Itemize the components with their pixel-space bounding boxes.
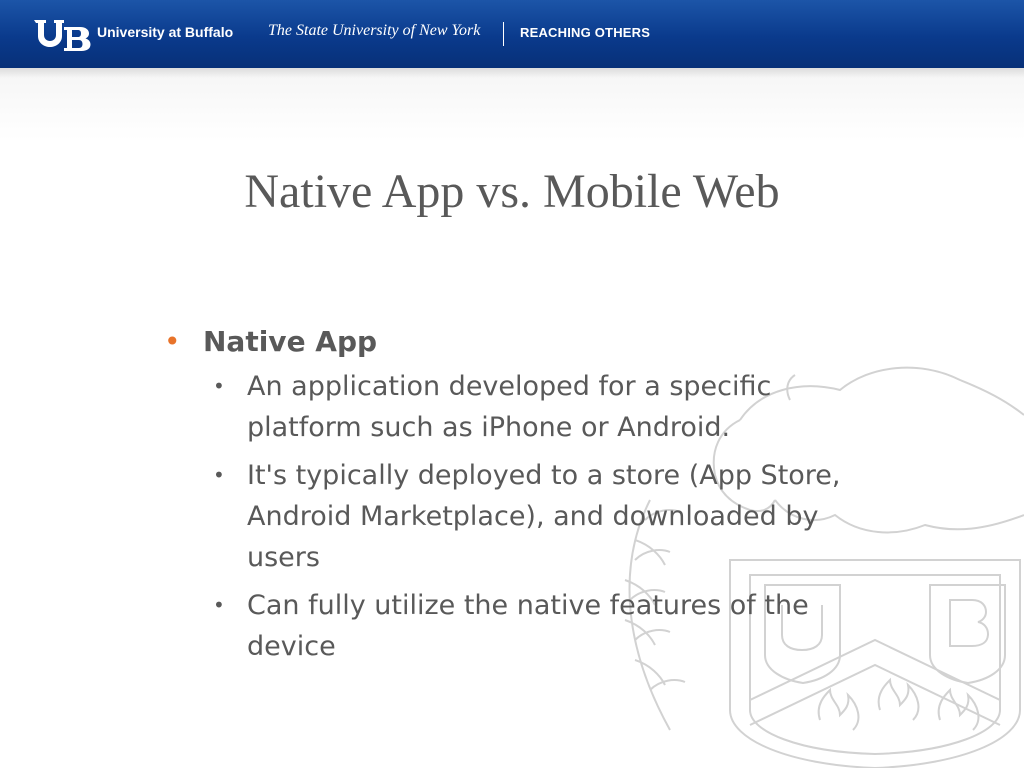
bullet-list: • Native App • An application developed … — [160, 318, 880, 674]
sub-bullet-text: Can fully utilize the native features of… — [247, 590, 809, 662]
bullet-label: Native App — [203, 325, 378, 358]
sub-bullet-text: It's typically deployed to a store (App … — [247, 460, 841, 573]
slide-title: Native App vs. Mobile Web — [244, 165, 780, 218]
header-shadow — [0, 68, 1024, 78]
bullet-native-app: • Native App — [160, 318, 880, 366]
sub-bullet-dot-icon: • — [213, 374, 225, 398]
slide: University at Buffalo The State Universi… — [0, 0, 1024, 768]
sub-bullet-item: • It's typically deployed to a store (Ap… — [160, 455, 847, 578]
sub-bullet-item: • Can fully utilize the native features … — [160, 585, 847, 667]
university-name: University at Buffalo — [97, 24, 234, 40]
header-divider — [503, 22, 504, 46]
bullet-dot-icon: • — [164, 325, 181, 358]
sub-bullet-list: • An application developed for a specifi… — [160, 366, 880, 667]
header-bar: University at Buffalo The State Universi… — [0, 0, 1024, 68]
sub-bullet-item: • An application developed for a specifi… — [160, 366, 847, 448]
tagline: REACHING OTHERS — [520, 25, 651, 40]
sub-bullet-dot-icon: • — [213, 463, 225, 487]
sub-bullet-dot-icon: • — [213, 593, 225, 617]
ub-logo — [34, 20, 91, 51]
sub-bullet-text: An application developed for a specific … — [247, 371, 772, 443]
state-university-name: The State University of New York — [268, 22, 481, 39]
